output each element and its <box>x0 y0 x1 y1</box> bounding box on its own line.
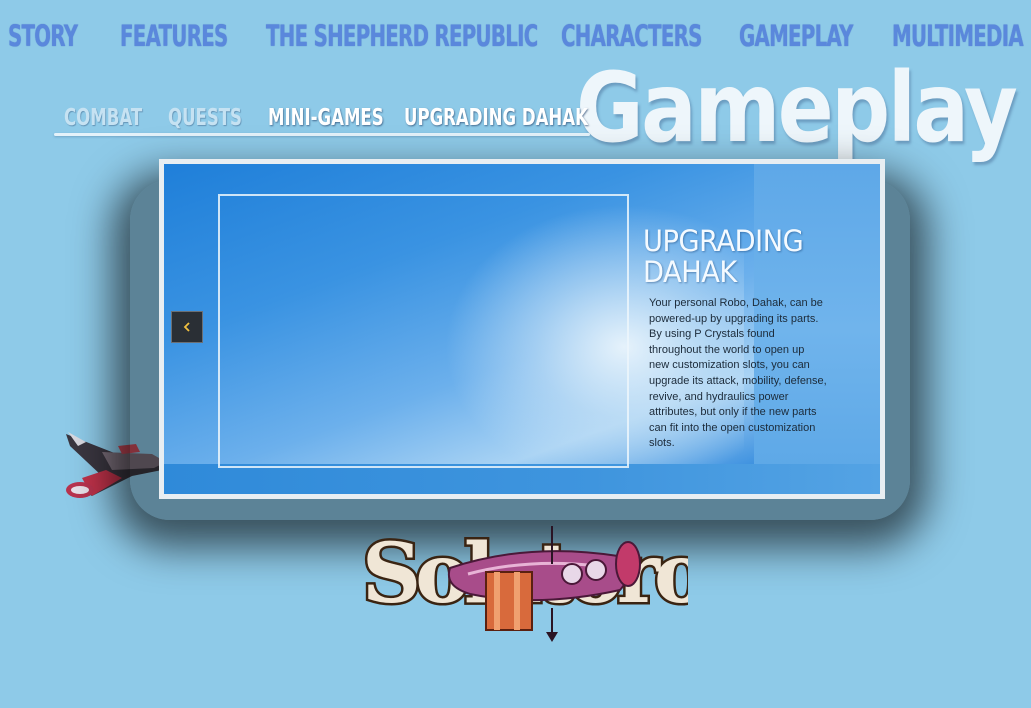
nav-shepherd-republic-link[interactable]: The Shepherd Republic <box>266 14 538 58</box>
page-title: Gameplay <box>576 52 1018 164</box>
tab-upgrading-dahak[interactable]: Upgrading Dahak <box>404 100 588 136</box>
slide-title: Upgrading Dahak <box>643 224 804 289</box>
chevron-left-icon <box>183 322 190 332</box>
gameplay-sub-nav: Combat Quests Mini-Games Upgrading Dahak <box>54 100 594 138</box>
gameplay-slider: Upgrading Dahak Your personal Robo, Daha… <box>159 159 885 499</box>
previous-slide-button[interactable] <box>171 311 203 343</box>
slide-image-frame <box>218 194 629 468</box>
solatorobo-logo: Solatorobo <box>360 524 688 642</box>
slide-background: Upgrading Dahak Your personal Robo, Daha… <box>164 164 880 494</box>
slide-caption: Upgrading Dahak Your personal Robo, Daha… <box>643 226 843 452</box>
tab-combat[interactable]: Combat <box>64 100 142 136</box>
slide-description: Your personal Robo, Dahak, can be powere… <box>649 297 827 450</box>
tab-quests[interactable]: Quests <box>168 100 242 136</box>
slide-bottom-band <box>164 464 880 494</box>
nav-features-link[interactable]: Features <box>120 14 228 58</box>
tab-mini-games[interactable]: Mini-Games <box>268 100 384 136</box>
nav-story-link[interactable]: Story <box>8 14 78 58</box>
